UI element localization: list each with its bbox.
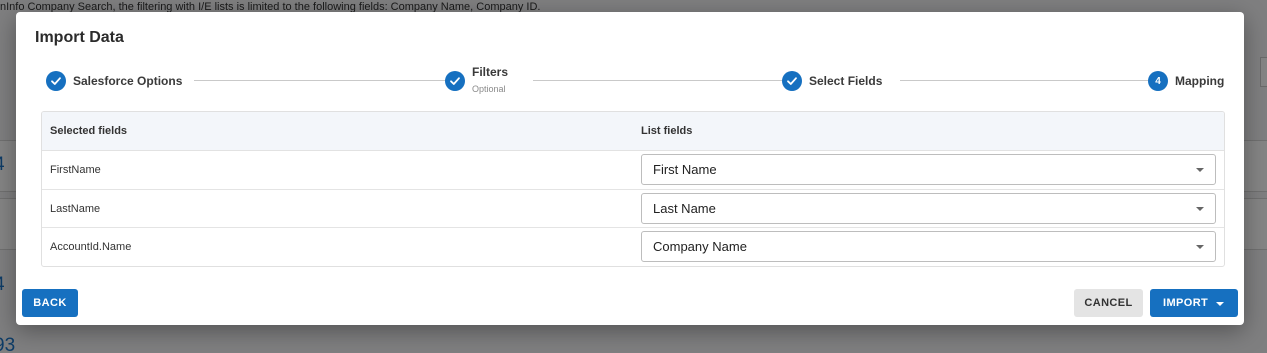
step-salesforce-options[interactable]: Salesforce Options [46, 68, 182, 94]
list-field-select[interactable]: Last Name [641, 192, 1216, 224]
step-label: Mapping [1175, 74, 1225, 88]
dropdown-arrow-icon[interactable] [1216, 302, 1224, 306]
dropdown-arrow-icon [1196, 168, 1204, 172]
list-field-select[interactable]: Company Name [641, 231, 1216, 262]
back-button[interactable]: BACK [22, 289, 78, 317]
stepper: Salesforce Options Filters Optional Sele… [46, 65, 1224, 104]
import-button[interactable]: IMPORT [1150, 289, 1238, 317]
table-row: LastName Last Name [42, 190, 1224, 228]
cancel-button[interactable]: CANCEL [1074, 289, 1143, 317]
dialog-title: Import Data [35, 29, 124, 46]
step-label: Salesforce Options [73, 74, 183, 88]
selected-field-name: AccountId.Name [50, 241, 132, 253]
step-label: Filters [472, 65, 509, 79]
table-row: FirstName First Name [42, 151, 1224, 190]
step-filters[interactable]: Filters Optional [445, 65, 509, 94]
select-value: Company Name [653, 239, 747, 254]
mapping-table: Selected fields List fields FirstName Fi… [41, 111, 1225, 267]
check-icon [46, 71, 66, 91]
step-connector [533, 80, 783, 81]
dropdown-arrow-icon [1196, 206, 1204, 211]
select-value: First Name [653, 162, 717, 177]
header-list-fields: List fields [641, 125, 693, 137]
header-selected-fields: Selected fields [50, 125, 128, 137]
import-button-label: IMPORT [1163, 297, 1209, 309]
step-select-fields[interactable]: Select Fields [782, 68, 882, 94]
step-sublabel: Optional [472, 84, 506, 94]
import-data-dialog: Import Data Salesforce Options Filters O… [16, 12, 1244, 325]
check-icon [782, 71, 802, 91]
step-number: 4 [1148, 71, 1168, 91]
step-mapping[interactable]: 4 Mapping [1148, 68, 1224, 94]
list-field-select[interactable]: First Name [641, 154, 1216, 185]
selected-field-name: LastName [50, 202, 101, 215]
table-header: Selected fields List fields [42, 112, 1224, 151]
selected-field-name: FirstName [50, 164, 101, 176]
dropdown-arrow-icon [1196, 245, 1204, 249]
step-connector [900, 80, 1148, 81]
check-icon [445, 71, 465, 91]
select-value: Last Name [653, 200, 716, 216]
step-label: Select Fields [809, 74, 883, 88]
step-connector [194, 80, 446, 81]
table-row: AccountId.Name Company Name [42, 228, 1224, 266]
